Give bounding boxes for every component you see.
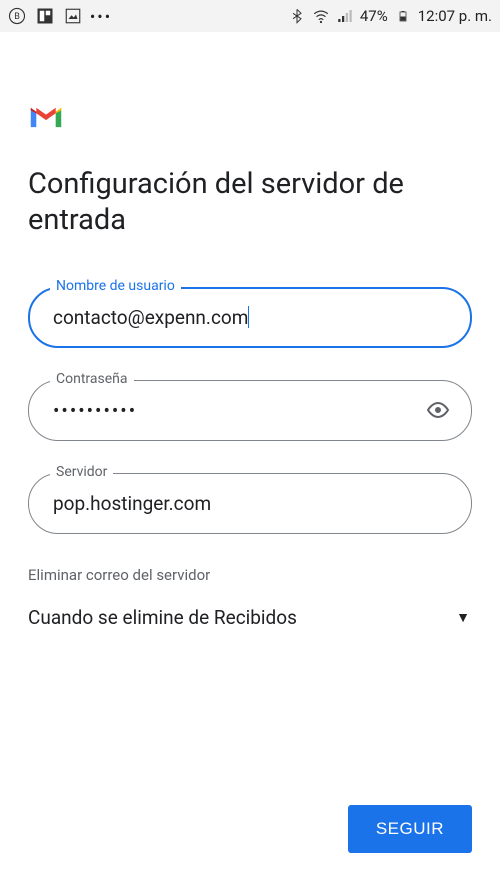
circle-b-icon: B [8, 7, 26, 25]
server-label: Servidor [50, 464, 113, 480]
username-label: Nombre de usuario [50, 278, 181, 294]
status-time: 12:07 p. m. [418, 7, 492, 25]
username-field-group: Nombre de usuario contacto@expenn.com [28, 287, 472, 348]
image-icon [64, 7, 82, 25]
server-input[interactable]: pop.hostinger.com [28, 473, 472, 534]
password-field-group: Contraseña •••••••••• [28, 380, 472, 441]
password-value: •••••••••• [53, 399, 137, 422]
server-field-group: Servidor pop.hostinger.com [28, 473, 472, 534]
more-icon: ••• [92, 7, 110, 25]
eye-icon[interactable] [426, 398, 450, 422]
delete-section-label: Eliminar correo del servidor [28, 566, 472, 584]
battery-icon [394, 7, 412, 25]
username-value: contacto@expenn.com [53, 306, 248, 329]
delete-option-dropdown[interactable]: Cuando se elimine de Recibidos ▼ [28, 602, 472, 641]
chevron-down-icon: ▼ [456, 609, 470, 626]
username-input[interactable]: contacto@expenn.com [28, 287, 472, 348]
gmail-logo-icon [28, 102, 64, 130]
status-bar: B ••• 47% 12:07 p. m. [0, 0, 500, 32]
flipboard-icon [36, 7, 54, 25]
wifi-icon [312, 7, 330, 25]
bluetooth-icon [288, 7, 306, 25]
next-button[interactable]: SEGUIR [348, 805, 472, 853]
server-value: pop.hostinger.com [53, 492, 211, 515]
svg-text:B: B [14, 12, 20, 22]
status-left-icons: B ••• [8, 7, 110, 25]
page-title: Configuración del servidor de entrada [28, 166, 472, 239]
status-right-icons: 47% 12:07 p. m. [288, 7, 492, 25]
text-cursor [248, 306, 249, 328]
delete-option-selected: Cuando se elimine de Recibidos [28, 606, 297, 629]
password-label: Contraseña [50, 371, 134, 387]
signal-icon [336, 7, 354, 25]
battery-percent: 47% [360, 7, 388, 25]
password-input[interactable]: •••••••••• [28, 380, 472, 441]
